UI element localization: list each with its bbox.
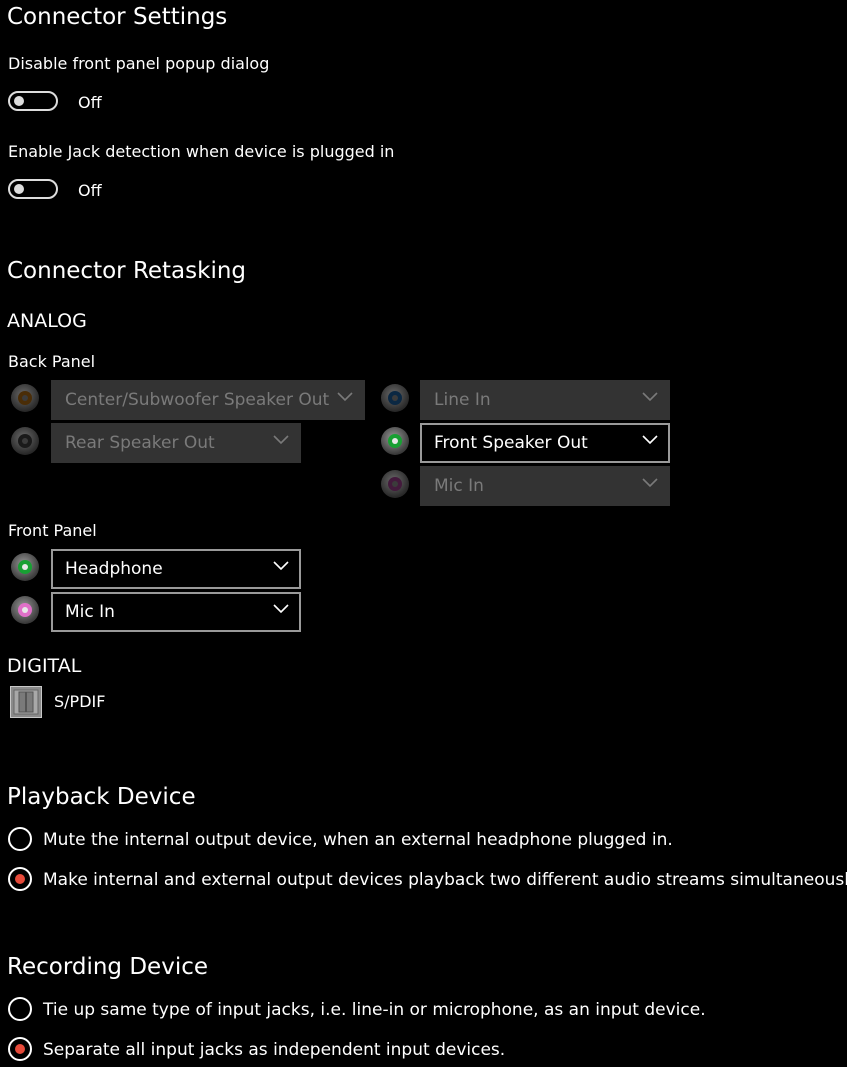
chevron-down-icon [642, 478, 658, 488]
toggle-knob [14, 96, 24, 106]
spdif-connector-icon [10, 686, 42, 718]
jack-icon-front-speaker[interactable] [381, 427, 409, 455]
jack-icon-rear[interactable] [11, 427, 39, 455]
chevron-down-icon [273, 604, 289, 614]
back-panel-label: Back Panel [8, 352, 96, 371]
jack-icon-mic-front[interactable] [11, 596, 39, 624]
jack-icon-mic-back[interactable] [381, 470, 409, 498]
chevron-down-icon [273, 561, 289, 571]
front-panel-label: Front Panel [8, 521, 97, 540]
chevron-down-icon [273, 435, 289, 445]
dropdown-value: Mic In [434, 476, 484, 496]
jack-icon-headphone[interactable] [11, 553, 39, 581]
digital-label: DIGITAL [7, 655, 82, 677]
playback-option-separate-label[interactable]: Make internal and external output device… [43, 870, 847, 890]
recording-option-tie-label[interactable]: Tie up same type of input jacks, i.e. li… [43, 1000, 706, 1020]
recording-option-separate-radio[interactable] [8, 1037, 32, 1061]
dropdown-value: Headphone [65, 559, 163, 579]
playback-option-separate-radio[interactable] [8, 867, 32, 891]
front-panel-dropdown-mic[interactable]: Mic In [51, 592, 301, 632]
disable-popup-toggle[interactable] [8, 91, 58, 111]
back-panel-dropdown-rear[interactable]: Rear Speaker Out [51, 423, 301, 463]
playback-option-mute-label[interactable]: Mute the internal output device, when an… [43, 830, 673, 850]
dropdown-value: Rear Speaker Out [65, 433, 215, 453]
dropdown-value: Center/Subwoofer Speaker Out [65, 390, 330, 410]
toggle-knob [14, 184, 24, 194]
chevron-down-icon [642, 392, 658, 402]
jack-detection-state: Off [78, 181, 102, 200]
jack-detection-toggle[interactable] [8, 179, 58, 199]
dropdown-value: Front Speaker Out [434, 433, 588, 453]
spdif-label: S/PDIF [54, 692, 106, 711]
playback-option-mute-radio[interactable] [8, 827, 32, 851]
analog-label: ANALOG [7, 310, 87, 332]
disable-popup-label: Disable front panel popup dialog [8, 54, 270, 73]
recording-option-tie-radio[interactable] [8, 997, 32, 1021]
radio-selected-dot [15, 1044, 25, 1054]
chevron-down-icon [337, 392, 353, 402]
jack-detection-label: Enable Jack detection when device is plu… [8, 142, 395, 161]
jack-icon-line-in[interactable] [381, 384, 409, 412]
back-panel-dropdown-center-sub[interactable]: Center/Subwoofer Speaker Out [51, 380, 365, 420]
recording-device-title: Recording Device [7, 954, 209, 980]
back-panel-dropdown-mic[interactable]: Mic In [420, 466, 670, 506]
back-panel-dropdown-front-speaker[interactable]: Front Speaker Out [420, 423, 670, 463]
recording-option-separate-label[interactable]: Separate all input jacks as independent … [43, 1040, 505, 1060]
jack-icon-center-sub[interactable] [11, 384, 39, 412]
dropdown-value: Mic In [65, 602, 115, 622]
back-panel-dropdown-line-in[interactable]: Line In [420, 380, 670, 420]
radio-selected-dot [15, 874, 25, 884]
front-panel-dropdown-headphone[interactable]: Headphone [51, 549, 301, 589]
dropdown-value: Line In [434, 390, 491, 410]
connector-retasking-title: Connector Retasking [7, 258, 247, 284]
connector-settings-title: Connector Settings [7, 4, 228, 30]
disable-popup-state: Off [78, 93, 102, 112]
playback-device-title: Playback Device [7, 784, 196, 810]
chevron-down-icon [642, 435, 658, 445]
